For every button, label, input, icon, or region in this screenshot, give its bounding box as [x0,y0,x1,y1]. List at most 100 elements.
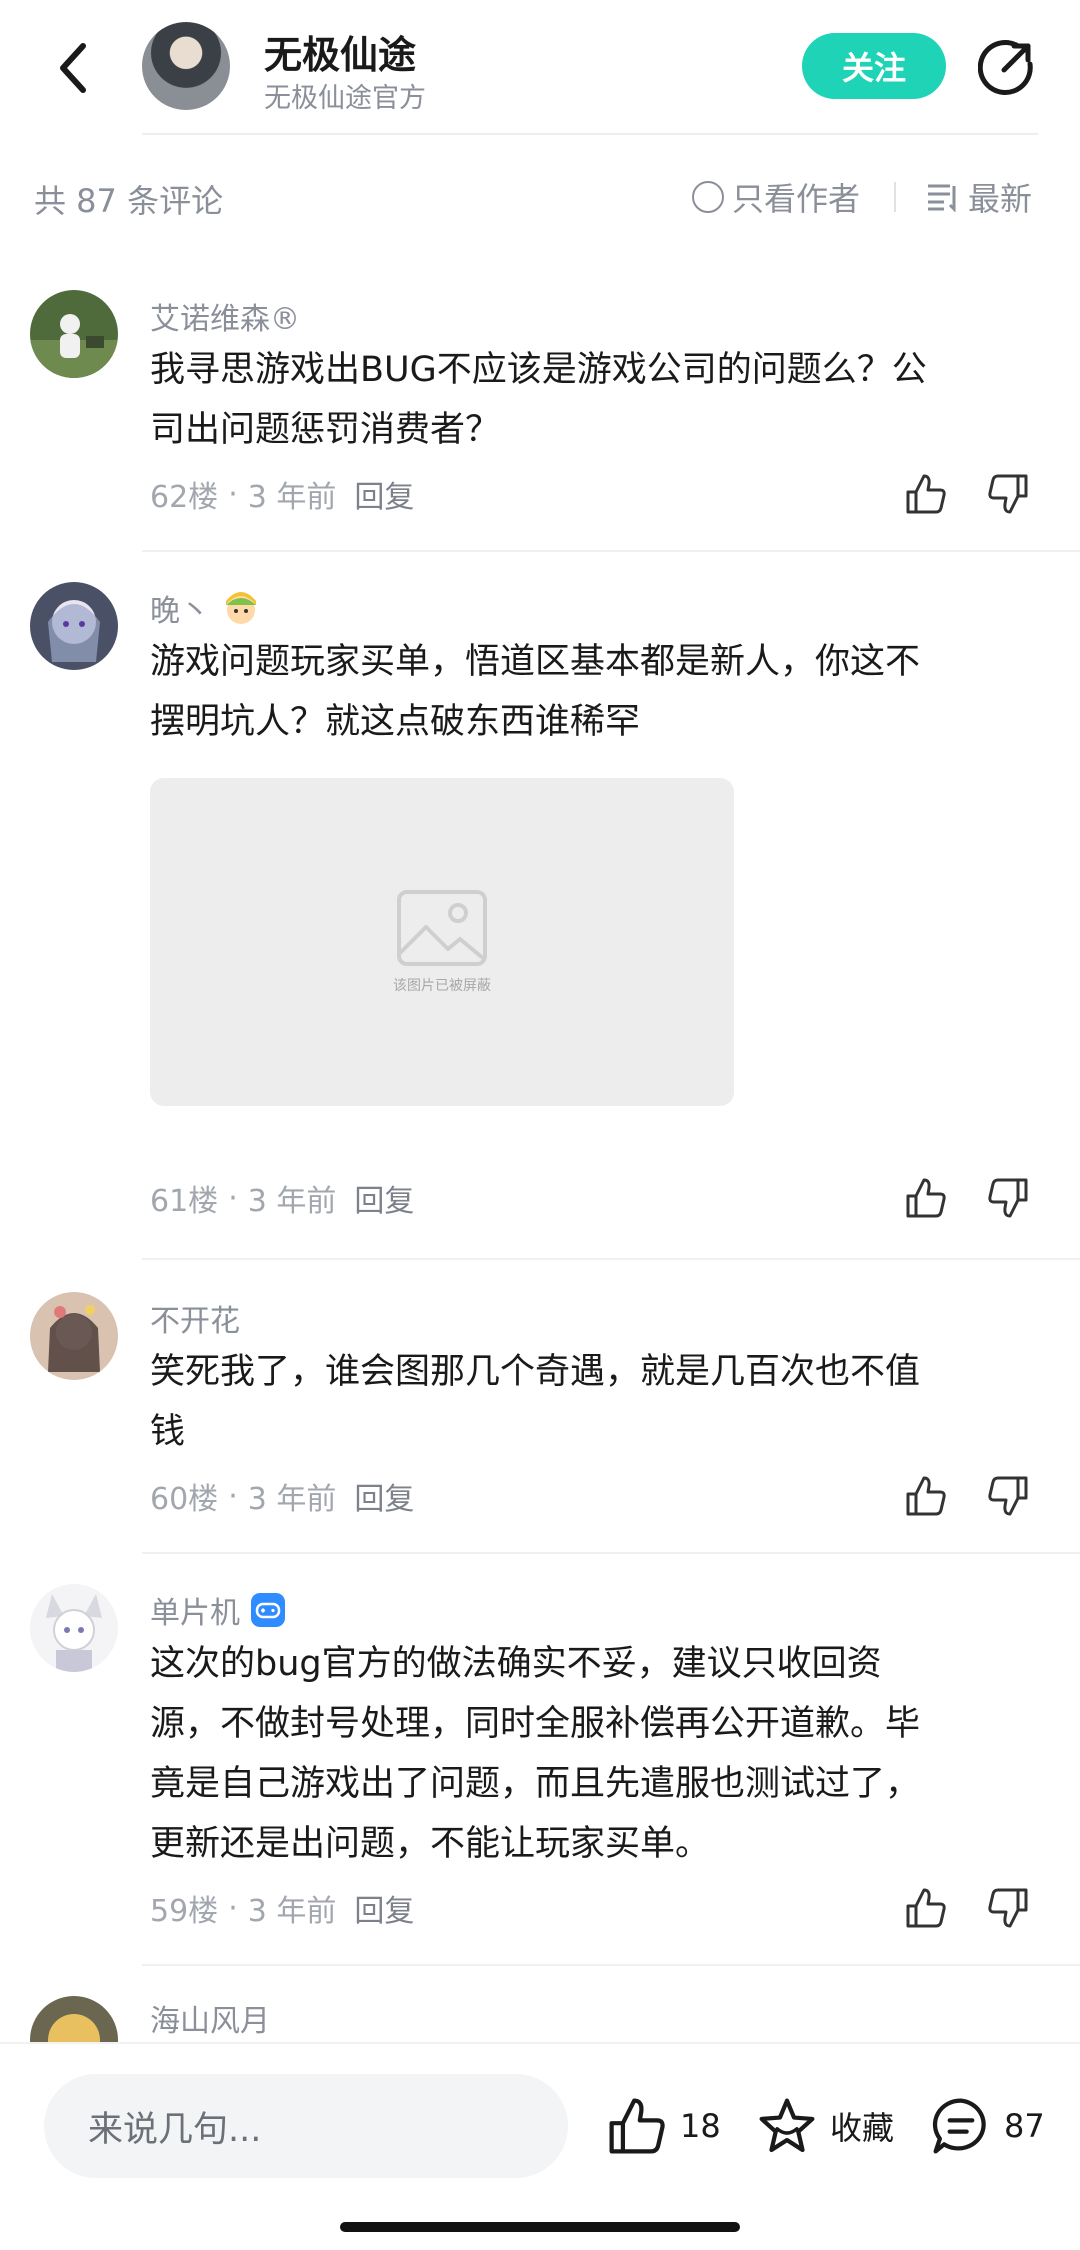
commenter-name[interactable]: 晚丶 [150,586,210,630]
bottom-action-bar: 来说几句... 18 收藏 87 [0,2042,1080,2250]
share-button[interactable] [976,36,1038,98]
comment-text: 游戏问题玩家买单，悟道区基本都是新人，你这不 摆明坑人？就这点破东西谁稀罕 [150,632,1030,752]
page-subtitle: 无极仙途官方 [264,83,426,114]
page-title: 无极仙途 [264,33,417,77]
dislike-button[interactable] [980,1170,1036,1226]
back-arrow-icon [60,43,86,93]
avatar-anime-icon [30,582,118,670]
sort-button[interactable]: 最新 [926,174,1032,220]
like-button[interactable] [898,1880,954,1936]
thumbs-up-icon [906,1888,946,1928]
meta-separator: · [228,1890,238,1926]
thumbs-down-icon [988,474,1028,514]
comment-page: 无极仙途 无极仙途官方 关注 共 87 条评论 只看作者 最新 艾诺维森® 我寻… [0,0,1080,2250]
comment-divider [142,550,1080,552]
floor-number: 61楼 [150,1184,219,1219]
blocked-image[interactable]: 该图片已被屏蔽 [150,778,734,1106]
follow-button[interactable]: 关注 [802,33,946,99]
comment-input[interactable]: 来说几句... [44,2074,568,2178]
commenter-name[interactable]: 不开花 [150,1296,240,1340]
like-button[interactable] [898,1170,954,1226]
channel-avatar[interactable] [142,22,230,110]
top-header: 无极仙途 无极仙途官方 关注 [0,0,1080,135]
share-icon [978,40,1033,95]
like-button[interactable] [898,466,954,522]
gamepad-badge-icon [250,1592,286,1628]
filter-divider [894,182,896,212]
comment-meta: 62楼 · 3 年前 回复 [150,472,414,516]
floor-number: 59楼 [150,1894,219,1929]
avatar-astronaut-icon [30,290,118,378]
comment-divider [142,1964,1080,1966]
comment-item: 不开花 笑死我了，谁会图那几个奇遇，就是几百次也不值 钱 60楼 · 3 年前 … [0,1292,1080,1554]
comment-item: 单片机 这次的bug官方的做法确实不妥，建议只收回资 源，不做封号处理，同时全服… [0,1584,1080,1966]
thumbs-down-icon [988,1178,1028,1218]
comment-divider [142,1552,1080,1554]
radio-circle-icon [692,181,724,213]
like-button[interactable] [898,1468,954,1524]
comments-button[interactable]: 87 [930,2086,1045,2166]
meta-separator: · [228,476,238,512]
avatar[interactable] [30,1996,118,2042]
reply-button[interactable]: 回复 [354,1176,414,1220]
favorite-label: 收藏 [830,2109,895,2147]
commenter-name[interactable]: 海山风月 [150,1996,270,2040]
comment-line: 游戏问题玩家买单，悟道区基本都是新人，你这不 [150,642,921,682]
comment-count-badge: 87 [1004,2107,1045,2145]
thumbs-up-icon [906,1476,946,1516]
comment-meta: 60楼 · 3 年前 回复 [150,1474,414,1518]
dislike-button[interactable] [980,1468,1036,1524]
meta-separator: · [228,1478,238,1514]
thumbs-down-icon [988,1888,1028,1928]
reply-button[interactable]: 回复 [354,1886,414,1930]
sort-list-icon [928,184,956,212]
thumbs-up-icon [609,2098,665,2154]
reply-button[interactable]: 回复 [354,472,414,516]
comment-item: 海山风月 [0,1996,1080,2042]
comment-line: 摆明坑人？就这点破东西谁稀罕 [150,702,641,742]
comment-text: 我寻思游戏出BUG不应该是游戏公司的问题么？公 司出问题惩罚消费者？ [150,340,1030,460]
reply-button[interactable]: 回复 [354,1474,414,1518]
blocked-image-text: 该图片已被屏蔽 [393,978,491,994]
thumbs-up-icon [906,474,946,514]
comment-line: 竟是自己游戏出了问题，而且先遣服也测试过了， [150,1764,921,1804]
comment-time: 3 年前 [247,1894,337,1929]
sort-label: 最新 [968,180,1033,218]
comment-bubble-icon [932,2098,986,2154]
back-button[interactable] [42,30,102,106]
avatar-fox-girl-icon [30,1584,118,1672]
like-count: 18 [680,2107,721,2145]
comment-line: 钱 [150,1412,186,1452]
comment-item: 艾诺维森® 我寻思游戏出BUG不应该是游戏公司的问题么？公 司出问题惩罚消费者？… [0,290,1080,552]
comment-time: 3 年前 [247,1482,337,1517]
comment-count: 共 87 条评论 [34,182,224,220]
comment-meta: 59楼 · 3 年前 回复 [150,1886,414,1930]
comment-item: 晚丶 游戏问题玩家买单，悟道区基本都是新人，你这不 摆明坑人？就这点破东西谁稀罕… [0,582,1080,1260]
floor-number: 60楼 [150,1482,219,1517]
meta-separator: · [228,1180,238,1216]
dislike-button[interactable] [980,1880,1036,1936]
comment-time: 3 年前 [247,480,337,515]
avatar-sunset-icon [30,1996,118,2042]
dislike-button[interactable] [980,466,1036,522]
comment-line: 更新还是出问题，不能让玩家买单。 [150,1824,711,1864]
header-divider [142,133,1038,135]
post-like-button[interactable]: 18 [606,2086,721,2166]
avatar[interactable] [30,1292,118,1380]
thumbs-up-icon [906,1178,946,1218]
comment-line: 我寻思游戏出BUG不应该是游戏公司的问题么？公 [150,350,927,390]
favorite-button[interactable]: 收藏 [756,2086,894,2166]
commenter-name[interactable]: 艾诺维森® [150,294,300,338]
commenter-name[interactable]: 单片机 [150,1588,240,1632]
avatar[interactable] [30,290,118,378]
star-icon [759,2098,815,2153]
home-indicator[interactable] [340,2222,740,2232]
comment-time: 3 年前 [247,1184,337,1219]
comment-meta: 61楼 · 3 年前 回复 [150,1176,414,1220]
avatar[interactable] [30,1584,118,1672]
author-only-toggle[interactable]: 只看作者 [692,174,860,220]
comment-text: 这次的bug官方的做法确实不妥，建议只收回资 源，不做封号处理，同时全服补偿再公… [150,1634,1030,1874]
avatar[interactable] [30,582,118,670]
author-only-label: 只看作者 [732,180,861,218]
comment-line: 笑死我了，谁会图那几个奇遇，就是几百次也不值 [150,1352,921,1392]
